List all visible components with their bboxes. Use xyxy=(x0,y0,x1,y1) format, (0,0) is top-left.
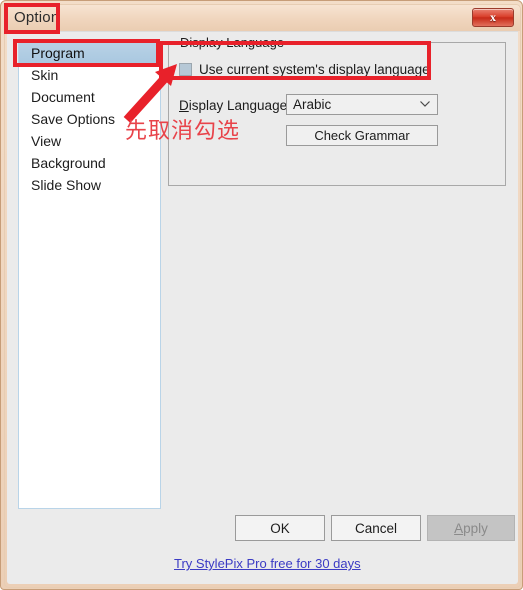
window-title: Option xyxy=(14,9,60,26)
checkbox-label: Use current system's display language xyxy=(199,62,430,77)
display-language-dropdown[interactable]: Arabic xyxy=(286,94,438,115)
sidebar-item-document[interactable]: Document xyxy=(19,86,160,108)
category-listbox[interactable]: Program Skin Document Save Options View … xyxy=(18,41,161,509)
trial-link[interactable]: Try StylePix Pro free for 30 days xyxy=(174,556,361,571)
label-rest: isplay Language: xyxy=(188,98,291,113)
apply-button: Apply xyxy=(427,515,515,541)
groupbox-title: Display Language xyxy=(177,35,288,50)
display-language-label: Display Language: xyxy=(179,98,291,113)
dropdown-selected-value: Arabic xyxy=(293,97,332,112)
use-system-language-checkbox[interactable]: Use current system's display language xyxy=(179,62,430,77)
option-dialog-window: Option x Program Skin Document Save Opti… xyxy=(0,0,523,590)
apply-accel-char: A xyxy=(454,520,464,536)
accel-char: D xyxy=(179,98,189,113)
checkbox-box-icon[interactable] xyxy=(179,63,192,76)
sidebar-item-program[interactable]: Program xyxy=(19,42,160,64)
check-grammar-button[interactable]: Check Grammar xyxy=(286,125,438,146)
sidebar-item-view[interactable]: View xyxy=(19,130,160,152)
ok-button[interactable]: OK xyxy=(235,515,325,541)
sidebar-item-save-options[interactable]: Save Options xyxy=(19,108,160,130)
dialog-button-row: OK Cancel Apply xyxy=(235,515,515,541)
chevron-down-icon xyxy=(420,101,430,107)
title-bar: Option x xyxy=(5,5,520,31)
display-language-groupbox: Display Language Use current system's di… xyxy=(168,35,506,186)
cancel-button[interactable]: Cancel xyxy=(331,515,421,541)
sidebar-item-background[interactable]: Background xyxy=(19,152,160,174)
screenshot-root: Option x Program Skin Document Save Opti… xyxy=(0,0,523,590)
close-button[interactable]: x xyxy=(472,8,514,27)
sidebar-item-skin[interactable]: Skin xyxy=(19,64,160,86)
dialog-client-area: Program Skin Document Save Options View … xyxy=(7,31,518,584)
close-icon: x xyxy=(490,10,496,24)
sidebar-item-slide-show[interactable]: Slide Show xyxy=(19,174,160,196)
apply-label-rest: pply xyxy=(463,520,488,536)
